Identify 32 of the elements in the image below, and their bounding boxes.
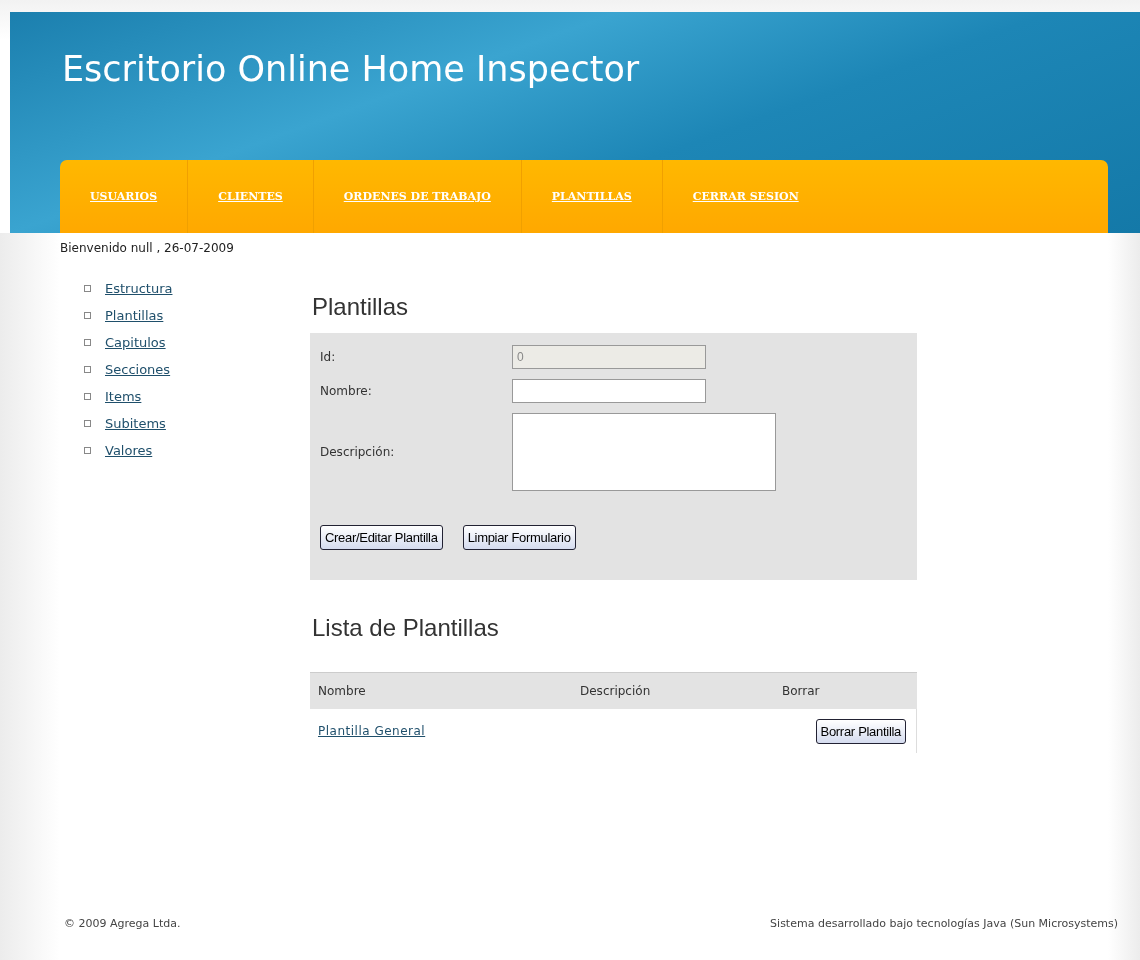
delete-button[interactable]: Borrar Plantilla	[815, 718, 906, 744]
bullet-icon	[84, 339, 91, 346]
copyright-text: © 2009 Agrega Ltda.	[64, 917, 181, 930]
bullet-icon	[84, 285, 91, 292]
form-button[interactable]: Crear/Editar Plantilla	[320, 525, 443, 550]
column-header: Borrar	[782, 684, 821, 698]
sidebar-link[interactable]: Valores	[105, 443, 153, 458]
welcome-text: Bienvenido null , 26-07-2009	[59, 240, 235, 255]
sidebar-link[interactable]: Estructura	[105, 281, 173, 296]
field-label: Descripción:	[320, 445, 396, 459]
text-area[interactable]	[512, 413, 776, 491]
sidebar-link[interactable]: Capitulos	[105, 335, 166, 350]
site-title: Escritorio Online Home Inspector	[61, 48, 641, 89]
form-button[interactable]: Limpiar Formulario	[462, 525, 576, 550]
column-header: Descripción	[580, 684, 652, 698]
sidebar-link[interactable]: Subitems	[105, 416, 166, 431]
column-header: Nombre	[318, 684, 367, 698]
footer-text: Sistema desarrollado bajo tecnologías Java (Sun Microsystems)	[770, 917, 1118, 930]
field-label: Id:	[320, 350, 337, 364]
list-title: Lista de Plantillas	[312, 614, 500, 642]
bullet-icon	[84, 420, 91, 427]
form-title: Plantillas	[312, 293, 410, 321]
sidebar-link[interactable]: Plantillas	[105, 308, 164, 323]
sidebar-link[interactable]: Secciones	[105, 362, 171, 377]
bullet-icon	[84, 393, 91, 400]
sidebar-link[interactable]: Items	[105, 389, 142, 404]
bullet-icon	[84, 447, 91, 454]
bullet-icon	[84, 312, 91, 319]
bullet-icon	[84, 366, 91, 373]
field-label: Nombre:	[320, 384, 373, 398]
input-field[interactable]	[512, 379, 706, 403]
template-link[interactable]: Plantilla General	[318, 724, 426, 738]
